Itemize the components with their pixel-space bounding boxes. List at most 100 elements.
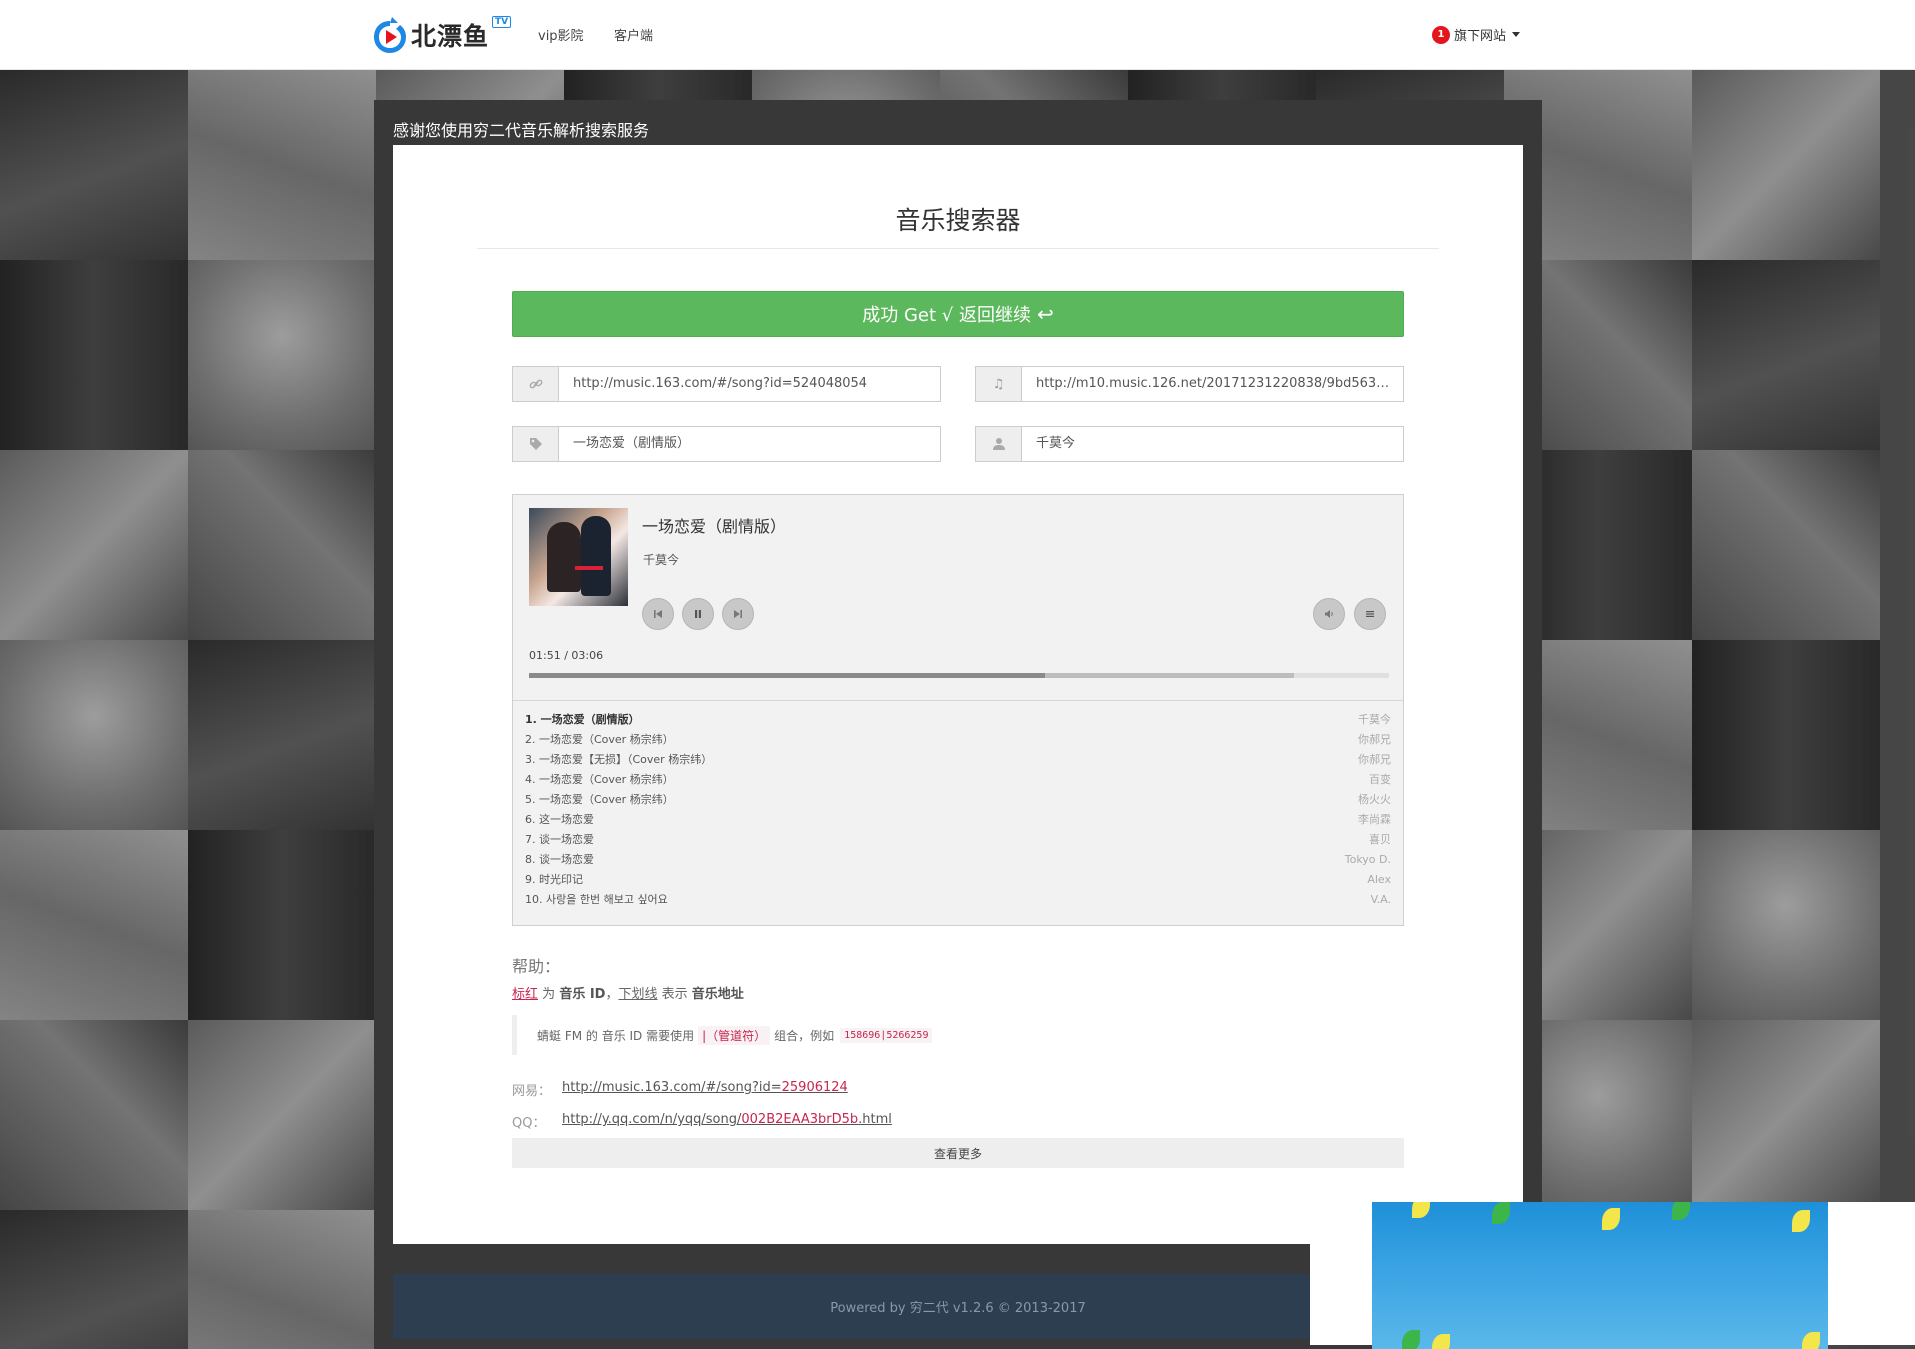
playlist-item-artist: V.A.: [1370, 893, 1391, 906]
playlist-item-title: 4. 一场恋爱（Cover 杨宗纬）: [525, 773, 674, 786]
pause-button[interactable]: [682, 598, 714, 630]
music-url-value[interactable]: http://m10.music.126.net/20171231220838/…: [1022, 367, 1403, 401]
artist-field[interactable]: 千莫今: [975, 426, 1404, 462]
album-cover: [529, 508, 628, 606]
playlist-item[interactable]: 6. 这一场恋爱 李尚霖: [525, 810, 1391, 830]
qq-link-suffix: .html: [858, 1112, 892, 1127]
netease-link-prefix: http://music.163.com/#/song?id=: [562, 1080, 782, 1095]
progress-bar[interactable]: [529, 673, 1389, 678]
user-icon: [976, 427, 1022, 461]
qq-link-prefix: http://y.qq.com/n/yqq/song/: [562, 1112, 742, 1127]
help-heading: 帮助：: [512, 957, 561, 976]
playlist-item[interactable]: 5. 一场恋爱（Cover 杨宗纬） 杨火火: [525, 790, 1391, 810]
music-player: 一场恋爱（剧情版） 千莫今 01:51 / 03:06 1. 一场恋爱（剧情版）…: [512, 494, 1404, 926]
playlist-item-artist: 千莫今: [1358, 713, 1391, 726]
playlist-item[interactable]: 8. 谈一场恋爱 Tokyo D.: [525, 850, 1391, 870]
view-more-button[interactable]: 查看更多: [512, 1138, 1404, 1168]
playlist-item-title: 5. 一场恋爱（Cover 杨宗纬）: [525, 793, 674, 806]
title-divider: [477, 248, 1439, 249]
playlist-item[interactable]: 2. 一场恋爱（Cover 杨宗纬） 你郝兄: [525, 730, 1391, 750]
playlist-item-artist: 喜贝: [1369, 833, 1391, 846]
song-url-value[interactable]: http://music.163.com/#/song?id=524048054: [559, 367, 940, 401]
netease-label: 网易：: [512, 1084, 552, 1099]
playlist-item-artist: 李尚霖: [1358, 813, 1391, 826]
playlist-item-title: 3. 一场恋爱【无损】（Cover 杨宗纬）: [525, 753, 713, 766]
fish-play-logo-icon: [372, 15, 408, 55]
netease-example-link[interactable]: http://music.163.com/#/song?id=25906124: [562, 1080, 848, 1099]
music-note-icon: ♫: [976, 367, 1022, 401]
success-return-button[interactable]: 成功 Get √ 返回继续 ↩: [512, 291, 1404, 337]
playlist-item-artist: Tokyo D.: [1344, 853, 1391, 866]
legend-music-id: 音乐 ID: [559, 987, 606, 1002]
thanks-banner: 感谢您使用穷二代音乐解析搜索服务: [393, 121, 650, 140]
playlist-item-title: 9. 时光印记: [525, 873, 583, 886]
reply-arrow-icon: ↩: [1036, 302, 1054, 326]
help-legend: 标红 为 音乐 ID，下划线 表示 音乐地址: [512, 983, 744, 1002]
qq-example-link[interactable]: http://y.qq.com/n/yqq/song/002B2EAA3brD5…: [562, 1112, 892, 1131]
note-prefix: 蜻蜓 FM 的 音乐 ID 需要使用: [537, 1028, 695, 1043]
success-button-label: 成功 Get √ 返回继续: [862, 305, 1031, 326]
playlist-item[interactable]: 1. 一场恋爱（剧情版） 千莫今: [525, 710, 1391, 730]
volume-icon: [1325, 610, 1333, 618]
legend-underline-word: 下划线: [618, 987, 658, 1002]
playlist-item[interactable]: 9. 时光印记 Alex: [525, 870, 1391, 890]
playlist-item[interactable]: 3. 一场恋爱【无损】（Cover 杨宗纬） 你郝兄: [525, 750, 1391, 770]
legend-means: 表示: [661, 987, 688, 1002]
corner-ad-banner[interactable]: [1372, 1202, 1828, 1349]
main-card: 音乐搜索器 成功 Get √ 返回继续 ↩ http://music.163.c…: [393, 145, 1523, 1244]
playlist-item[interactable]: 4. 一场恋爱（Cover 杨宗纬） 百变: [525, 770, 1391, 790]
tag-icon: [513, 427, 559, 461]
playlist-item-title: 10. 사랑을 한번 해보고 싶어요: [525, 893, 668, 906]
next-button[interactable]: [722, 598, 754, 630]
playback-time: 01:51 / 03:06: [529, 649, 604, 662]
legend-comma: ，: [605, 987, 619, 1002]
pause-icon: [695, 610, 701, 618]
skip-back-icon: [654, 610, 662, 618]
playlist-item-title: 1. 一场恋爱（剧情版）: [525, 713, 640, 726]
caret-down-icon: [1512, 32, 1521, 37]
page-title: 音乐搜索器: [895, 206, 1021, 235]
playlist-item-title: 6. 这一场恋爱: [525, 813, 594, 826]
brand-logo[interactable]: 北漂鱼: [372, 13, 489, 57]
playlist-item-title: 8. 谈一场恋爱: [525, 853, 594, 866]
volume-button[interactable]: [1313, 598, 1345, 630]
qq-example: QQ： http://y.qq.com/n/yqq/song/002B2EAA3…: [512, 1112, 892, 1131]
legend-is: 为: [542, 987, 556, 1002]
song-url-field[interactable]: http://music.163.com/#/song?id=524048054: [512, 366, 941, 402]
playlist-item-title: 2. 一场恋爱（Cover 杨宗纬）: [525, 733, 674, 746]
playlist-divider: [513, 700, 1403, 701]
player-song-artist: 千莫今: [643, 553, 680, 567]
sites-dropdown-label: 旗下网站: [1454, 29, 1507, 44]
nav-link-client[interactable]: 客户端: [614, 25, 653, 44]
playlist-item-artist: 百变: [1369, 773, 1391, 786]
menu-list-icon: [1366, 611, 1374, 617]
artist-value[interactable]: 千莫今: [1022, 427, 1403, 461]
playlist-item-artist: 你郝兄: [1358, 733, 1391, 746]
qq-link-id: 002B2EAA3brD5b: [741, 1112, 859, 1127]
legend-music-url: 音乐地址: [691, 987, 744, 1002]
skip-forward-icon: [734, 610, 742, 618]
playlist-toggle-button[interactable]: [1354, 598, 1386, 630]
progress-played: [529, 673, 1045, 678]
previous-button[interactable]: [642, 598, 674, 630]
netease-example: 网易： http://music.163.com/#/song?id=25906…: [512, 1080, 848, 1099]
player-song-title: 一场恋爱（剧情版）: [642, 517, 787, 536]
brand-name: 北漂鱼: [411, 22, 490, 51]
playlist-item-artist: 杨火火: [1358, 793, 1391, 806]
song-name-value[interactable]: 一场恋爱（剧情版）: [559, 427, 940, 461]
sites-dropdown[interactable]: 1 旗下网站: [1432, 25, 1521, 44]
note-example-label: 组合，例如: [774, 1028, 835, 1043]
legend-red-word: 标红: [512, 987, 539, 1002]
playlist: 1. 一场恋爱（剧情版） 千莫今 2. 一场恋爱（Cover 杨宗纬） 你郝兄 3. 一…: [525, 710, 1391, 910]
music-url-field[interactable]: ♫ http://m10.music.126.net/2017123122083…: [975, 366, 1404, 402]
playlist-item[interactable]: 10. 사랑을 한번 해보고 싶어요 V.A.: [525, 890, 1391, 910]
playlist-item-artist: Alex: [1367, 873, 1391, 886]
notification-badge: 1: [1432, 25, 1450, 44]
playlist-item-artist: 你郝兄: [1358, 753, 1391, 766]
qingting-note: 蜻蜓 FM 的 音乐 ID 需要使用 |（管道符） 组合，例如 158696|5…: [512, 1015, 1404, 1055]
song-name-field[interactable]: 一场恋爱（剧情版）: [512, 426, 941, 462]
note-example-code: 158696|5266259: [840, 1027, 933, 1043]
note-pipe: |（管道符）: [698, 1025, 771, 1045]
playlist-item[interactable]: 7. 谈一场恋爱 喜贝: [525, 830, 1391, 850]
nav-link-vip-cinema[interactable]: vip影院: [538, 25, 584, 44]
